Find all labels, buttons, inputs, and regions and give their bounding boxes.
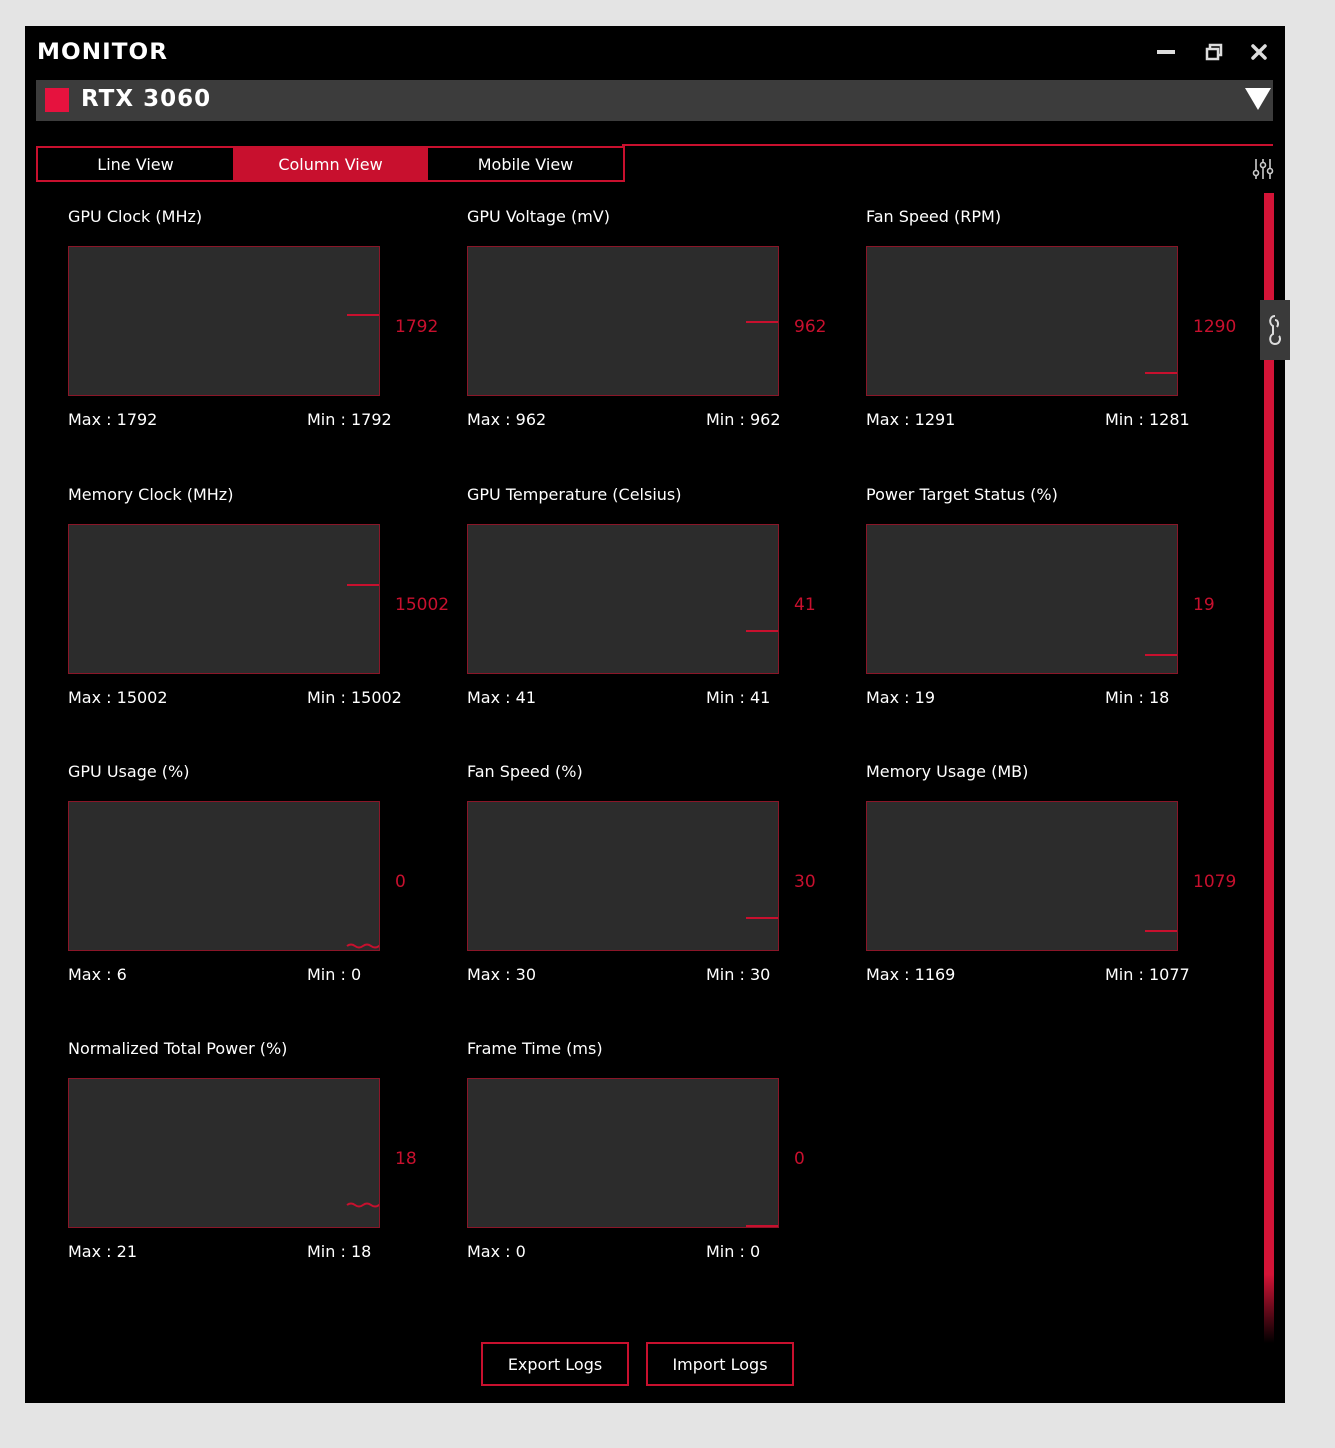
triangle-down-icon[interactable] bbox=[1245, 88, 1271, 110]
metric-max: Max : 15002 bbox=[68, 688, 168, 707]
metric-graph bbox=[467, 524, 779, 674]
metric-trace bbox=[1145, 372, 1177, 374]
metric-current-value: 962 bbox=[794, 317, 827, 337]
metric-min: Min : 1077 bbox=[1105, 965, 1190, 984]
metric-title: Fan Speed (RPM) bbox=[866, 207, 1002, 226]
metric-title: Power Target Status (%) bbox=[866, 485, 1058, 504]
tab-underline bbox=[622, 144, 1273, 146]
metric-current-value: 1079 bbox=[1193, 872, 1237, 892]
metric-max: Max : 30 bbox=[467, 965, 536, 984]
metric-max: Max : 21 bbox=[68, 1242, 137, 1261]
metric-max: Max : 41 bbox=[467, 688, 536, 707]
metric-min: Min : 0 bbox=[307, 965, 362, 984]
minimize-button[interactable] bbox=[1153, 39, 1179, 65]
close-icon bbox=[1251, 44, 1267, 60]
metric-graph bbox=[68, 801, 380, 951]
view-tabs: Line View Column View Mobile View bbox=[36, 146, 625, 182]
metric-current-value: 18 bbox=[395, 1149, 417, 1169]
metric-trace bbox=[1145, 930, 1177, 932]
metric-title: Memory Usage (MB) bbox=[866, 762, 1029, 781]
tab-column-view[interactable]: Column View bbox=[233, 148, 428, 180]
metric-current-value: 30 bbox=[794, 872, 816, 892]
metric-graph bbox=[866, 524, 1178, 674]
metric-graph bbox=[68, 1078, 380, 1228]
metric-max: Max : 19 bbox=[866, 688, 935, 707]
metric-current-value: 1290 bbox=[1193, 317, 1237, 337]
metric-trace bbox=[347, 584, 379, 586]
metric-trace bbox=[746, 630, 778, 632]
metric-current-value: 41 bbox=[794, 595, 816, 615]
metric-max: Max : 962 bbox=[467, 410, 547, 429]
metric-title: GPU Clock (MHz) bbox=[68, 207, 203, 226]
close-button[interactable] bbox=[1246, 39, 1272, 65]
device-selector[interactable]: RTX 3060 bbox=[36, 80, 1273, 121]
metric-title: Memory Clock (MHz) bbox=[68, 485, 234, 504]
restore-button[interactable] bbox=[1201, 39, 1227, 65]
metric-graph bbox=[467, 246, 779, 396]
metric-title: Normalized Total Power (%) bbox=[68, 1039, 288, 1058]
metric-current-value: 1792 bbox=[395, 317, 439, 337]
metric-title: GPU Usage (%) bbox=[68, 762, 190, 781]
scrollbar[interactable] bbox=[1264, 193, 1274, 1343]
side-link-tab[interactable] bbox=[1260, 300, 1290, 360]
metric-current-value: 19 bbox=[1193, 595, 1215, 615]
metric-current-value: 0 bbox=[794, 1149, 805, 1169]
metric-min: Min : 1281 bbox=[1105, 410, 1190, 429]
import-logs-button[interactable]: Import Logs bbox=[646, 1342, 794, 1386]
metric-min: Min : 18 bbox=[307, 1242, 372, 1261]
metric-trace bbox=[347, 314, 379, 316]
metric-min: Min : 15002 bbox=[307, 688, 402, 707]
export-logs-button[interactable]: Export Logs bbox=[481, 1342, 629, 1386]
metric-current-value: 15002 bbox=[395, 595, 450, 615]
minimize-icon bbox=[1157, 50, 1175, 54]
metric-min: Min : 1792 bbox=[307, 410, 392, 429]
metric-graph bbox=[68, 524, 380, 674]
metric-min: Min : 0 bbox=[706, 1242, 761, 1261]
metric-graph bbox=[866, 801, 1178, 951]
metric-current-value: 0 bbox=[395, 872, 406, 892]
metric-max: Max : 0 bbox=[467, 1242, 526, 1261]
metric-trace bbox=[1145, 654, 1177, 656]
metric-min: Min : 18 bbox=[1105, 688, 1170, 707]
metric-max: Max : 1169 bbox=[866, 965, 956, 984]
metric-min: Min : 30 bbox=[706, 965, 771, 984]
metric-graph bbox=[866, 246, 1178, 396]
metric-trace bbox=[746, 917, 778, 919]
window-title: MONITOR bbox=[37, 40, 169, 65]
metric-trace bbox=[746, 321, 778, 323]
sliders-icon[interactable] bbox=[1252, 158, 1274, 180]
tab-mobile-view[interactable]: Mobile View bbox=[428, 148, 623, 180]
metric-graph bbox=[68, 246, 380, 396]
monitor-window: MONITOR RTX 3060 Line View Column View M… bbox=[25, 26, 1285, 1403]
metric-max: Max : 6 bbox=[68, 965, 127, 984]
device-name: RTX 3060 bbox=[81, 86, 212, 112]
metric-trace bbox=[346, 943, 379, 949]
metric-min: Min : 962 bbox=[706, 410, 781, 429]
link-icon bbox=[1269, 315, 1281, 346]
metric-graph bbox=[467, 1078, 779, 1228]
device-color-swatch bbox=[45, 88, 69, 112]
metric-max: Max : 1291 bbox=[866, 410, 956, 429]
metric-trace bbox=[346, 1202, 379, 1208]
metric-min: Min : 41 bbox=[706, 688, 771, 707]
scrollbar-thumb[interactable] bbox=[1264, 193, 1274, 1343]
metric-title: GPU Temperature (Celsius) bbox=[467, 485, 682, 504]
tab-line-view[interactable]: Line View bbox=[38, 148, 233, 180]
metric-title: GPU Voltage (mV) bbox=[467, 207, 610, 226]
metric-title: Fan Speed (%) bbox=[467, 762, 583, 781]
restore-icon bbox=[1205, 43, 1223, 61]
metric-graph bbox=[467, 801, 779, 951]
metric-title: Frame Time (ms) bbox=[467, 1039, 603, 1058]
metric-max: Max : 1792 bbox=[68, 410, 158, 429]
metric-trace bbox=[746, 1225, 778, 1227]
